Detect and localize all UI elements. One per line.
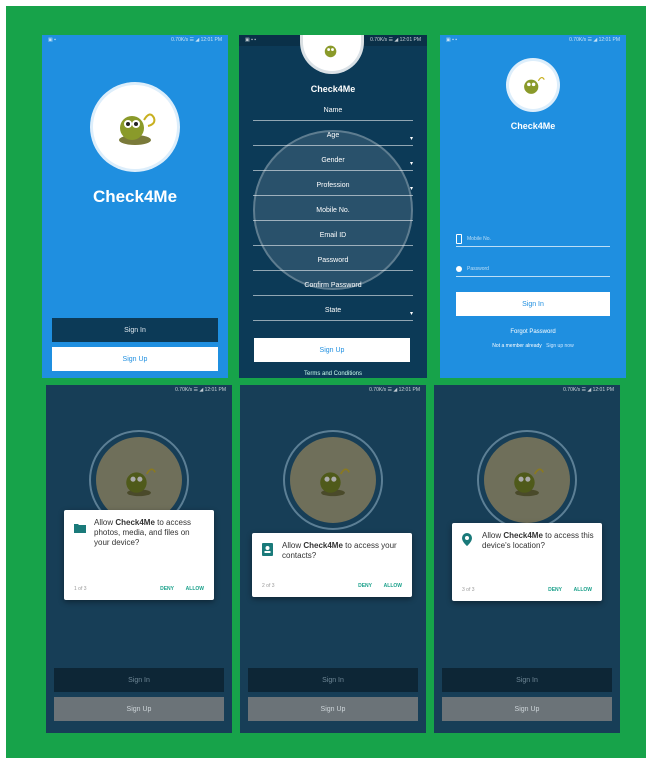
sign-in-button[interactable]: Sign In — [248, 668, 418, 692]
app-logo — [93, 85, 177, 169]
dropdown-caret-icon: ▾ — [409, 136, 413, 142]
form-field[interactable]: Age ▾ — [253, 132, 413, 146]
sign-in-button[interactable]: Sign In — [442, 668, 612, 692]
screenshot-collage: ▣ ▪ 0.70K/s ☰ ◢ 12:01 PM Check4Me Sign In… — [28, 35, 638, 737]
permission-counter: 3 of 3 — [462, 587, 475, 593]
app-title: Check4Me — [92, 187, 178, 206]
sign-in-button[interactable]: Sign In — [54, 668, 224, 692]
contacts-icon — [262, 543, 273, 561]
mascot-icon — [514, 468, 544, 497]
deny-button[interactable]: DENY — [160, 586, 174, 592]
permission-screen-2: 0.70K/s ☰ ◢ 12:01 PM Sign In Sign Up All… — [240, 385, 426, 733]
app-logo — [303, 35, 361, 71]
form-field[interactable]: Confirm Password — [253, 282, 413, 296]
collage-frame: ▣ ▪ 0.70K/s ☰ ◢ 12:01 PM Check4Me Sign In… — [0, 0, 652, 764]
permission-counter: 1 of 3 — [74, 586, 87, 592]
sign-up-button[interactable]: Sign Up — [248, 697, 418, 721]
location-pin-icon — [462, 533, 472, 551]
dropdown-caret-icon: ▾ — [409, 161, 413, 167]
deny-button[interactable]: DENY — [548, 587, 562, 593]
form-field[interactable]: Email ID — [253, 232, 413, 246]
mascot-icon — [324, 45, 337, 58]
status-bar: 0.70K/s ☰ ◢ 12:01 PM — [369, 387, 420, 393]
permission-counter: 2 of 3 — [262, 583, 275, 589]
permission-message: Allow Check4Me to access your contacts? — [282, 541, 397, 560]
permission-screen-1: 0.70K/s ☰ ◢ 12:01 PM Sign In Sign Up All… — [46, 385, 232, 733]
sign-up-button[interactable]: Sign Up — [254, 338, 410, 362]
dropdown-caret-icon: ▾ — [409, 311, 413, 317]
sign-in-button[interactable]: Sign In — [52, 318, 218, 342]
mascot-icon — [126, 468, 156, 497]
login-screen: ▣ ▪ ▪ 0.70K/s ☰ ◢ 12:01 PM Check4Me Mobil… — [440, 35, 626, 378]
status-bar: 0.70K/s ☰ ◢ 12:01 PM — [563, 387, 614, 393]
sign-in-button[interactable]: Sign In — [456, 292, 610, 316]
app-logo — [509, 61, 557, 109]
sign-up-button[interactable]: Sign Up — [54, 697, 224, 721]
phone-icon — [456, 234, 462, 244]
form-field[interactable]: State ▾ — [253, 307, 413, 321]
sign-up-now-link[interactable]: Sign up now — [546, 343, 574, 349]
form-field[interactable]: Name — [253, 107, 413, 121]
permission-dialog: Allow Check4Me to access photos, media, … — [64, 510, 214, 600]
allow-button[interactable]: ALLOW — [574, 587, 592, 593]
dropdown-caret-icon: ▾ — [409, 186, 413, 192]
register-screen: ▣ ▪ ▪ 0.70K/s ☰ ◢ 12:01 PM Check4Me Name A… — [239, 35, 427, 378]
allow-button[interactable]: ALLOW — [186, 586, 204, 592]
form-field[interactable]: Profession ▾ — [253, 182, 413, 196]
permission-screen-3: 0.70K/s ☰ ◢ 12:01 PM Sign In Sign Up All… — [434, 385, 620, 733]
folder-icon — [74, 520, 86, 538]
permission-dialog: Allow Check4Me to access this device's l… — [452, 523, 602, 601]
permission-message: Allow Check4Me to access this device's l… — [482, 531, 594, 550]
mascot-icon — [320, 468, 350, 497]
deny-button[interactable]: DENY — [358, 583, 372, 589]
welcome-screen: ▣ ▪ 0.70K/s ☰ ◢ 12:01 PM Check4Me Sign In… — [42, 35, 228, 378]
mascot-icon — [119, 113, 156, 145]
app-title: Check4Me — [510, 121, 556, 131]
status-bar: ▣ ▪ 0.70K/s ☰ ◢ 12:01 PM — [48, 37, 222, 43]
forgot-password-link[interactable]: Forgot Password — [440, 329, 626, 335]
form-field[interactable]: Gender ▾ — [253, 157, 413, 171]
form-field[interactable]: Password — [253, 257, 413, 271]
app-title: Check4Me — [310, 84, 356, 94]
permission-message: Allow Check4Me to access photos, media, … — [94, 518, 191, 547]
app-logo — [484, 437, 570, 523]
form-field[interactable]: Mobile No. — [253, 207, 413, 221]
sign-up-button[interactable]: Sign Up — [442, 697, 612, 721]
mascot-icon — [524, 77, 545, 94]
signup-prompt: Not a member already Sign up now — [492, 343, 574, 349]
sign-up-button[interactable]: Sign Up — [52, 347, 218, 371]
allow-button[interactable]: ALLOW — [384, 583, 402, 589]
terms-link[interactable]: Terms and Conditions — [239, 371, 427, 377]
mobile-input[interactable]: Mobile No. — [456, 233, 610, 247]
status-bar: ▣ ▪ ▪ 0.70K/s ☰ ◢ 12:01 PM — [446, 37, 620, 43]
app-logo — [290, 437, 376, 523]
lock-icon — [456, 266, 462, 272]
permission-dialog: Allow Check4Me to access your contacts? … — [252, 533, 412, 597]
password-input[interactable]: Password — [456, 263, 610, 277]
status-bar: 0.70K/s ☰ ◢ 12:01 PM — [175, 387, 226, 393]
